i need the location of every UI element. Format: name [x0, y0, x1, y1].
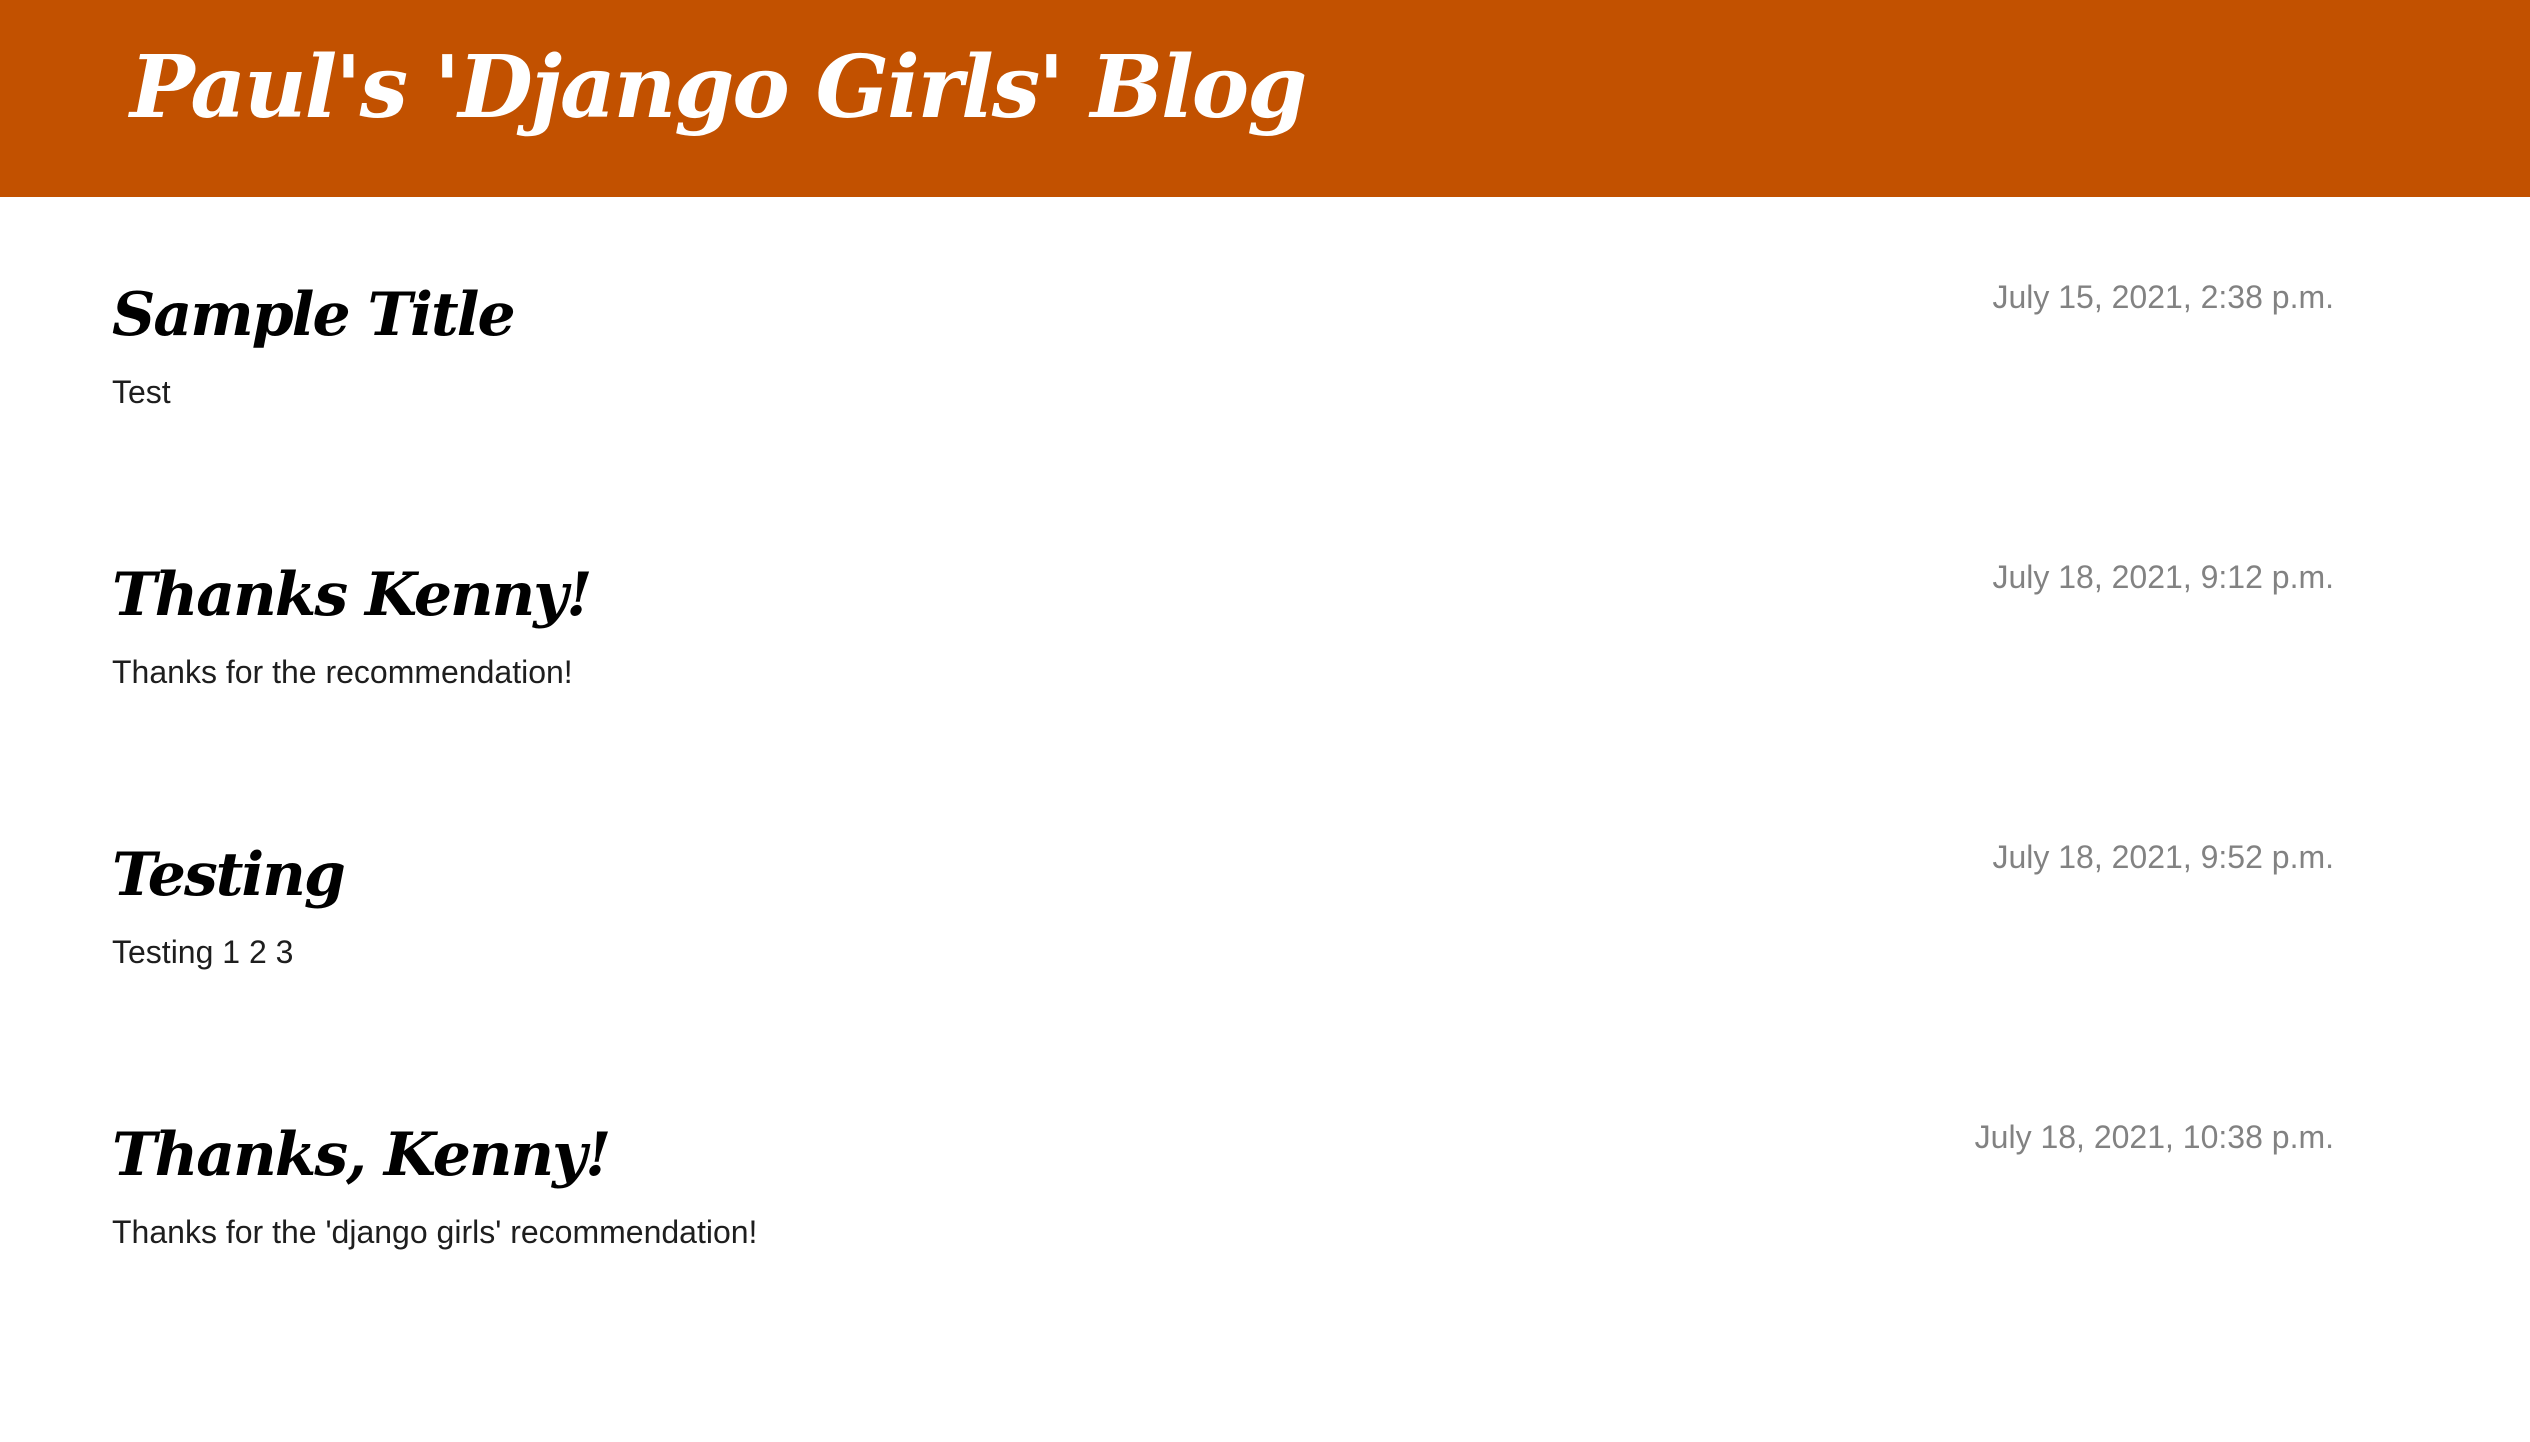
post-title-link[interactable]: Thanks, Kenny! [112, 1117, 611, 1193]
post-date: July 15, 2021, 2:38 p.m. [1992, 279, 2334, 315]
post-item: July 18, 2021, 9:12 p.m. Thanks Kenny! T… [112, 557, 2334, 757]
post-date: July 18, 2021, 9:52 p.m. [1992, 839, 2334, 875]
site-title-link[interactable]: Paul's 'Django Girls' Blog [130, 28, 1307, 148]
post-item: July 18, 2021, 10:38 p.m. Thanks, Kenny!… [112, 1117, 2334, 1317]
post-text: Thanks for the 'django girls' recommenda… [112, 1214, 758, 1250]
post-text: Testing 1 2 3 [112, 934, 294, 970]
post-date: July 18, 2021, 9:12 p.m. [1992, 559, 2334, 595]
post-date: July 18, 2021, 10:38 p.m. [1974, 1119, 2334, 1155]
post-title-link[interactable]: Testing [112, 837, 346, 913]
post-text: Thanks for the recommendation! [112, 654, 573, 690]
post-item: July 15, 2021, 2:38 p.m. Sample Title Te… [112, 277, 2334, 477]
post-title-link[interactable]: Thanks Kenny! [112, 557, 592, 633]
post-text: Test [112, 374, 171, 410]
post-item: July 18, 2021, 9:52 p.m. Testing Testing… [112, 837, 2334, 1037]
post-title-link[interactable]: Sample Title [112, 277, 516, 353]
page-header: Paul's 'Django Girls' Blog [0, 0, 2530, 197]
